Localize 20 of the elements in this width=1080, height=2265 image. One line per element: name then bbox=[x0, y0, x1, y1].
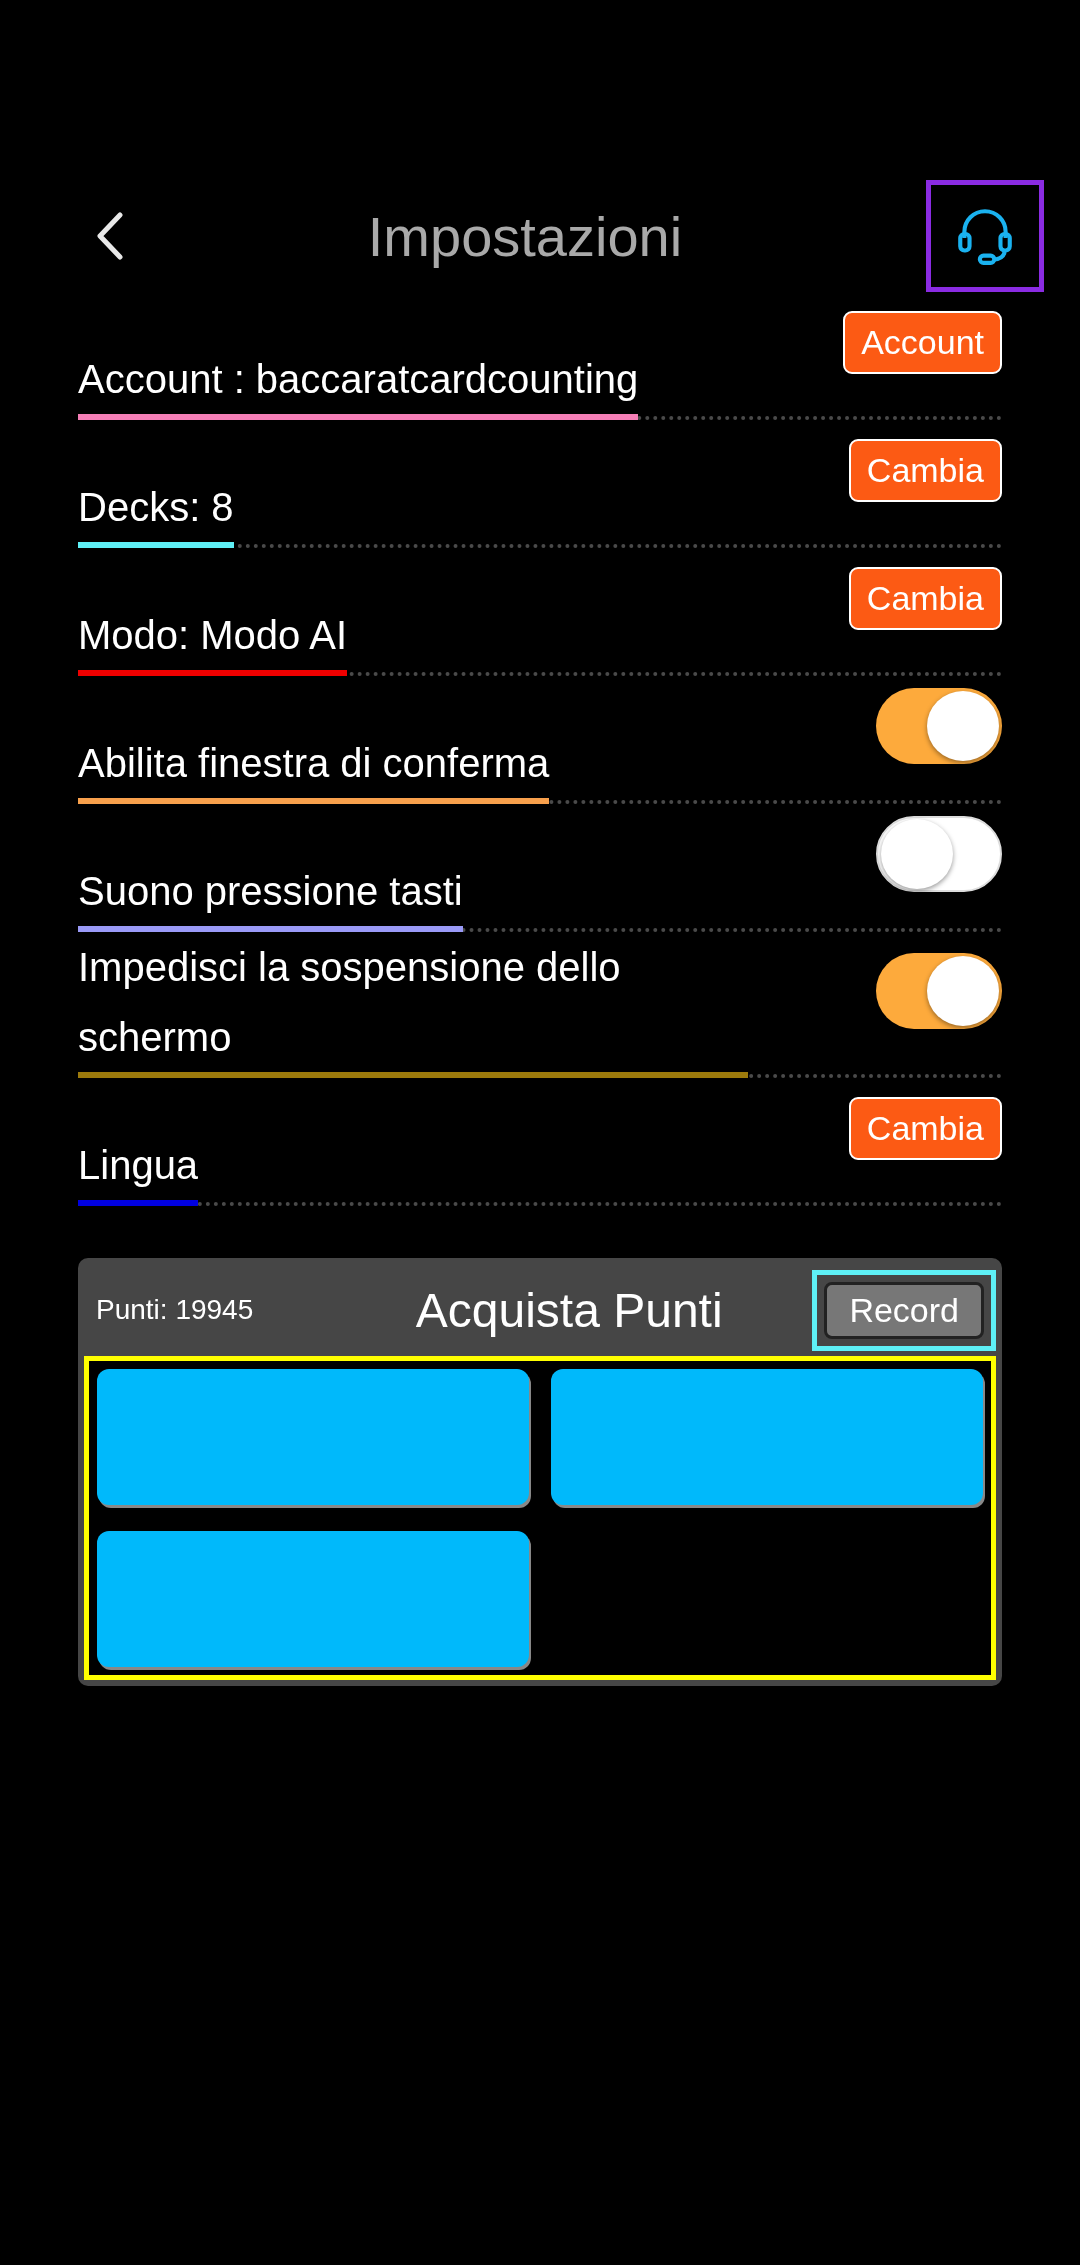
support-button[interactable] bbox=[926, 180, 1044, 292]
setting-label: Lingua bbox=[78, 1130, 199, 1206]
package-tile[interactable] bbox=[551, 1369, 983, 1505]
change-button[interactable]: Account bbox=[843, 310, 1002, 374]
setting-label: Abilita finestra di conferma bbox=[78, 728, 550, 804]
page-title: Impostazioni bbox=[366, 203, 684, 269]
setting-label: Modo: Modo AI bbox=[78, 600, 348, 676]
record-button[interactable]: Record bbox=[824, 1281, 984, 1339]
setting-label: Impedisci la sospensione dello schermo bbox=[78, 932, 748, 1078]
setting-label: Decks: 8 bbox=[78, 472, 234, 548]
panel-title: Acquista Punti bbox=[414, 1282, 724, 1338]
setting-label: Account : baccaratcardcounting bbox=[78, 344, 639, 420]
setting-label: Suono pressione tasti bbox=[78, 856, 463, 932]
package-tile[interactable] bbox=[97, 1531, 529, 1667]
change-button[interactable]: Cambia bbox=[848, 566, 1002, 630]
change-button[interactable]: Cambia bbox=[848, 438, 1002, 502]
points-balance: Punti: 19945 bbox=[95, 1294, 255, 1326]
package-tile[interactable] bbox=[97, 1369, 529, 1505]
back-icon[interactable] bbox=[94, 211, 124, 261]
change-button[interactable]: Cambia bbox=[848, 1096, 1002, 1160]
